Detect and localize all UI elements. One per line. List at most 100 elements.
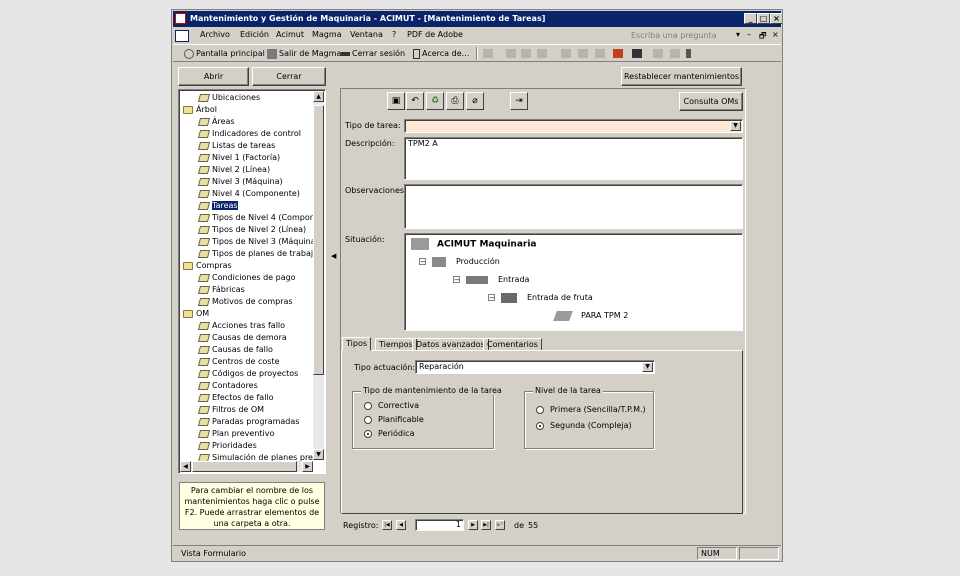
location-level-3[interactable]: − Entrada de fruta xyxy=(488,292,593,304)
menu-pdf-adobe[interactable]: PDF de Adobe xyxy=(407,30,463,39)
tree-folder[interactable]: Compras xyxy=(183,260,232,272)
form-icon[interactable] xyxy=(175,30,189,42)
undo-record-icon[interactable]: ↶ xyxy=(406,92,424,110)
tree-item[interactable]: Plan preventivo xyxy=(197,428,274,440)
tree-item[interactable]: Nivel 3 (Máquina) xyxy=(197,176,283,188)
location-root[interactable]: ACIMUT Maquinaria xyxy=(411,238,537,251)
tree-item[interactable]: Indicadores de control xyxy=(197,128,301,140)
attach-icon[interactable]: ⌀ xyxy=(466,92,484,110)
scroll-left-icon[interactable]: ◀ xyxy=(180,461,191,472)
mdi-close-button[interactable]: × xyxy=(772,30,779,39)
copy-icon[interactable] xyxy=(521,49,531,58)
sort-ascending-icon[interactable] xyxy=(653,49,663,58)
new-record-icon[interactable]: ▶* xyxy=(495,520,505,530)
tree-hscroll-thumb[interactable] xyxy=(192,461,297,472)
tree-item[interactable]: Tipos de Nivel 2 (Línea) xyxy=(197,224,306,236)
maximize-button[interactable]: □ xyxy=(757,13,770,24)
collapse-icon[interactable]: − xyxy=(419,258,426,266)
paste-icon[interactable] xyxy=(537,49,547,58)
tree-item[interactable]: Condiciones de pago xyxy=(197,272,296,284)
close-tree-button[interactable]: Cerrar xyxy=(252,67,326,86)
tree-item[interactable]: Prioridades xyxy=(197,440,257,452)
radio-periodica[interactable]: Periódica xyxy=(364,429,414,439)
about-button[interactable]: Acerca de... xyxy=(413,47,469,60)
tree-item[interactable]: Nivel 1 (Factoría) xyxy=(197,152,280,164)
tree-item[interactable]: Nivel 2 (Línea) xyxy=(197,164,270,176)
tree-vertical-scrollbar[interactable]: ▲ ▼ xyxy=(313,91,324,460)
menu-edicion[interactable]: Edición xyxy=(240,30,269,39)
collapse-icon[interactable]: − xyxy=(453,276,460,284)
save-icon[interactable]: ▣ xyxy=(387,92,405,110)
sort-descending-icon[interactable] xyxy=(670,49,680,58)
main-screen-button[interactable]: Pantalla principal xyxy=(184,47,265,60)
radio-periodica-circle[interactable] xyxy=(364,429,372,438)
tree-item[interactable]: Áreas xyxy=(197,116,235,128)
tree-folder[interactable]: Árbol xyxy=(183,104,217,116)
menu-magma[interactable]: Magma xyxy=(312,30,342,39)
close-window-button[interactable]: × xyxy=(770,13,782,24)
radio-planificable-circle[interactable] xyxy=(364,415,372,424)
action-type-dropdown-icon[interactable]: ▼ xyxy=(642,362,653,372)
task-type-select[interactable]: ▼ xyxy=(404,119,743,133)
tree-item[interactable]: Tipos de planes de trabajo xyxy=(197,248,318,260)
radio-primera[interactable]: Primera (Sencilla/T.P.M.) xyxy=(536,405,646,415)
mdi-restore-button[interactable]: 🗗 xyxy=(759,30,767,44)
tree-item[interactable]: Nivel 4 (Componente) xyxy=(197,188,300,200)
minimize-button[interactable]: _ xyxy=(744,13,757,24)
action-type-select[interactable]: Reparación ▼ xyxy=(415,360,655,374)
tree-folder[interactable]: OM xyxy=(183,308,209,320)
task-type-dropdown-icon[interactable]: ▼ xyxy=(730,121,741,131)
consult-oms-button[interactable]: Consulta OMs xyxy=(679,92,743,111)
apply-filter-icon[interactable] xyxy=(595,49,605,58)
menu-help[interactable]: ? xyxy=(392,30,396,39)
open-button[interactable]: Abrir xyxy=(178,67,249,86)
tree-item[interactable]: Contadores xyxy=(197,380,258,392)
find-icon[interactable] xyxy=(632,49,642,58)
radio-correctiva-circle[interactable] xyxy=(364,401,372,410)
menu-ventana[interactable]: Ventana xyxy=(350,30,383,39)
scroll-right-icon[interactable]: ▶ xyxy=(302,461,313,472)
filter-selection-icon[interactable] xyxy=(561,49,571,58)
cut-icon[interactable] xyxy=(506,49,516,58)
question-input[interactable]: Escriba una pregunta xyxy=(631,29,739,42)
filter-form-icon[interactable] xyxy=(578,49,588,58)
radio-primera-circle[interactable] xyxy=(536,405,544,414)
tree-horizontal-scrollbar[interactable]: ◀ ▶ xyxy=(180,461,313,472)
collapse-arrow-icon[interactable]: ◀ xyxy=(331,252,336,260)
location-level-2[interactable]: − Entrada xyxy=(453,274,529,286)
scroll-down-icon[interactable]: ▼ xyxy=(313,449,324,460)
title-bar[interactable]: Mantenimiento y Gestión de Maquinaria - … xyxy=(173,11,782,27)
menu-archivo[interactable]: Archivo xyxy=(200,30,230,39)
delete-record-icon[interactable]: ♻ xyxy=(426,92,444,110)
tree-item[interactable]: Causas de fallo xyxy=(197,344,273,356)
observations-field[interactable] xyxy=(404,184,743,229)
tree-item[interactable]: Códigos de proyectos xyxy=(197,368,298,380)
close-form-icon[interactable]: ⇥ xyxy=(510,92,528,110)
print-icon[interactable]: ⎙ xyxy=(446,92,464,110)
question-dropdown-icon[interactable]: ▾ xyxy=(736,30,740,39)
toolbar-options-icon[interactable] xyxy=(686,49,691,58)
remove-filter-icon[interactable] xyxy=(613,49,623,58)
radio-planificable[interactable]: Planificable xyxy=(364,415,424,425)
tree-item[interactable]: Acciones tras fallo xyxy=(197,320,285,332)
tree-item[interactable]: Tipos de Nivel 4 (Componer xyxy=(197,212,323,224)
mdi-minimize-button[interactable]: – xyxy=(747,30,751,39)
maintenance-tree[interactable]: Ubicaciones Árbol Áreas Indicadores de cont… xyxy=(178,89,326,474)
first-record-icon[interactable]: |◀ xyxy=(382,520,392,530)
menu-acimut[interactable]: Acimut xyxy=(276,30,304,39)
radio-segunda[interactable]: Segunda (Compleja) xyxy=(536,421,632,431)
tree-item[interactable]: Listas de tareas xyxy=(197,140,275,152)
record-number-input[interactable]: 1 xyxy=(415,519,464,531)
tree-item[interactable]: Causas de demora xyxy=(197,332,287,344)
reset-maintenance-button[interactable]: Restablecer mantenimientos xyxy=(621,67,742,86)
tree-vscroll-thumb[interactable] xyxy=(313,105,324,375)
description-field[interactable]: TPM2 A xyxy=(404,137,743,180)
tree-item[interactable]: Ubicaciones xyxy=(197,92,260,104)
next-record-icon[interactable]: ▶ xyxy=(468,520,478,530)
pane-splitter[interactable]: ◀ xyxy=(330,89,338,549)
tree-item[interactable]: Efectos de fallo xyxy=(197,392,274,404)
radio-segunda-circle[interactable] xyxy=(536,421,544,430)
logout-button[interactable]: Cerrar sesión xyxy=(341,47,405,60)
tree-item[interactable]: Motivos de compras xyxy=(197,296,293,308)
exit-magma-button[interactable]: Salir de Magma xyxy=(267,47,341,60)
